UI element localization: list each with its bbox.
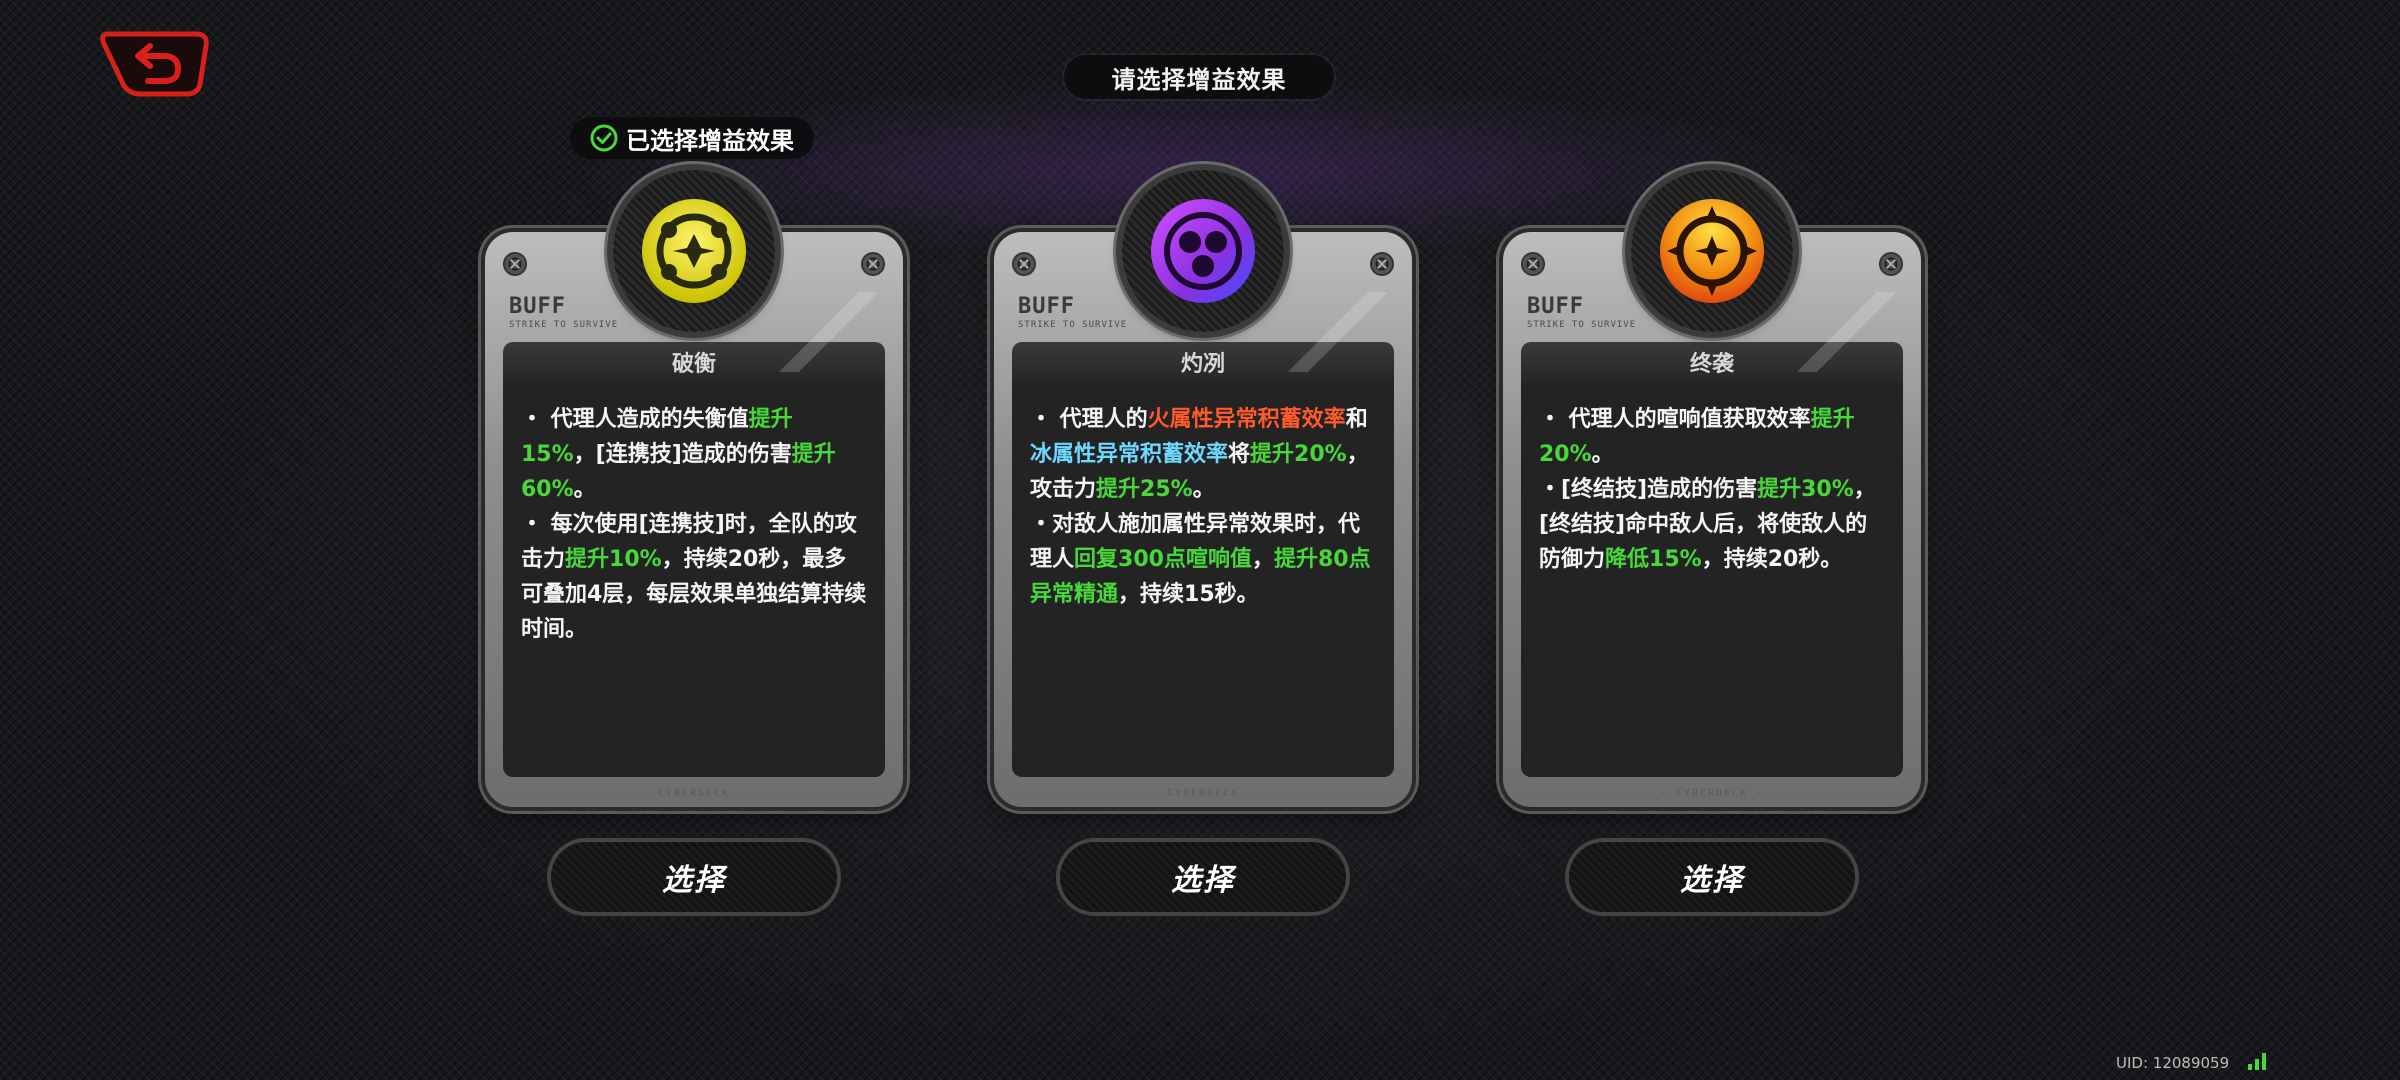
highlight-text: 回复300点喧响值 <box>1074 547 1252 572</box>
card-footer: · CYBERDECK · <box>641 788 747 799</box>
description-paragraph: ・ 代理人的火属性异常积蓄效率和冰属性异常积蓄效率将提升20%，攻击力提升25%… <box>1030 402 1376 507</box>
description-paragraph: ・[终结技]造成的伤害提升30%，[终结技]命中敌人后，将使敌人的防御力降低15… <box>1539 472 1885 577</box>
description-text: ，持续20秒。 <box>1701 547 1843 572</box>
buff-card-title: 终袭 <box>1521 342 1903 382</box>
description-text: ・ 代理人的 <box>1030 407 1148 432</box>
buff-medallion <box>1122 170 1284 332</box>
impact-buff-icon <box>642 199 746 303</box>
highlight-text: 降低15% <box>1605 547 1702 572</box>
page-title: 请选择增益效果 <box>1064 55 1334 99</box>
description-paragraph: ・ 代理人造成的失衡值提升15%，[连携技]造成的伤害提升60%。 <box>521 402 867 507</box>
highlight-text: 提升20% <box>1250 442 1347 467</box>
highlight-text: 提升10% <box>565 547 662 572</box>
selected-status-label: 已选择增益效果 <box>626 126 794 155</box>
description-text: 。 <box>1591 442 1614 467</box>
uid-label: UID: 12089059 <box>2116 1054 2230 1072</box>
description-text: ， <box>1251 547 1274 572</box>
description-text: ，[连携技]造成的伤害 <box>573 442 792 467</box>
buff-card-1[interactable]: BUFF STRIKE TO SURVIVE 破衡 ・ 代理人造成的失衡值提升1… <box>485 170 903 807</box>
screw-icon <box>1521 252 1545 276</box>
buff-card-description: ・ 代理人造成的失衡值提升15%，[连携技]造成的伤害提升60%。・ 每次使用[… <box>503 382 885 777</box>
back-button[interactable] <box>100 26 212 100</box>
check-circle-icon <box>590 124 618 152</box>
buff-medallion <box>1631 170 1793 332</box>
buff-card-description: ・ 代理人的火属性异常积蓄效率和冰属性异常积蓄效率将提升20%，攻击力提升25%… <box>1012 382 1394 777</box>
buff-subtitle: STRIKE TO SURVIVE <box>509 320 619 330</box>
description-text: 将 <box>1228 442 1251 467</box>
buff-card-title: 灼冽 <box>1012 342 1394 382</box>
description-paragraph: ・对敌人施加属性异常效果时，代理人回复300点喧响值，提升80点异常精通，持续1… <box>1030 507 1376 612</box>
buff-card-2[interactable]: BUFF STRIKE TO SURVIVE 灼冽 ・ 代理人的火属性异常积蓄效… <box>994 170 1412 807</box>
buff-card-description: ・ 代理人的喧响值获取效率提升20%。 ・[终结技]造成的伤害提升30%，[终结技… <box>1521 382 1903 777</box>
buff-card-3[interactable]: BUFF STRIKE TO SURVIVE 终袭 ・ 代理人的喧响值获取效率提… <box>1503 170 1921 807</box>
screw-icon <box>503 252 527 276</box>
description-text: ，持续15秒。 <box>1118 582 1259 607</box>
screw-icon <box>1879 252 1903 276</box>
select-button-2[interactable]: 选择 <box>1060 842 1346 912</box>
highlight-text: 提升30% <box>1757 477 1854 502</box>
buff-medallion <box>613 170 775 332</box>
back-arrow-icon <box>100 31 209 97</box>
highlight-text: 冰属性异常积蓄效率 <box>1030 442 1229 467</box>
anomaly-buff-icon <box>1151 199 1255 303</box>
select-button-1[interactable]: 选择 <box>551 842 837 912</box>
description-text: ・ 代理人的喧响值获取效率 <box>1539 407 1811 432</box>
buff-subtitle: STRIKE TO SURVIVE <box>1018 320 1128 330</box>
description-text: 和 <box>1345 407 1368 432</box>
buff-subtitle: STRIKE TO SURVIVE <box>1527 320 1637 330</box>
description-text: 。 <box>1192 477 1215 502</box>
finisher-buff-icon <box>1660 199 1764 303</box>
screw-icon <box>861 252 885 276</box>
description-paragraph: ・ 代理人的喧响值获取效率提升20%。 <box>1539 402 1885 472</box>
description-text: 。 <box>573 477 596 502</box>
description-text: ・[终结技]造成的伤害 <box>1539 477 1758 502</box>
buff-label: BUFF <box>1018 294 1075 319</box>
highlight-text: 提升25% <box>1096 477 1193 502</box>
card-footer: · CYBERDECK · <box>1659 788 1765 799</box>
selected-status-badge: 已选择增益效果 <box>570 117 814 159</box>
highlight-text: 火属性异常积蓄效率 <box>1147 407 1346 432</box>
card-footer: · CYBERDECK · <box>1150 788 1256 799</box>
signal-strength-icon <box>2248 1053 2266 1070</box>
buff-label: BUFF <box>509 294 566 319</box>
description-paragraph: ・ 每次使用[连携技]时，全队的攻击力提升10%，持续20秒，最多可叠加4层，每… <box>521 507 867 647</box>
screw-icon <box>1370 252 1394 276</box>
screw-icon <box>1012 252 1036 276</box>
select-button-3[interactable]: 选择 <box>1569 842 1855 912</box>
description-text: ・ 代理人造成的失衡值 <box>521 407 749 432</box>
buff-card-title: 破衡 <box>503 342 885 382</box>
buff-label: BUFF <box>1527 294 1584 319</box>
